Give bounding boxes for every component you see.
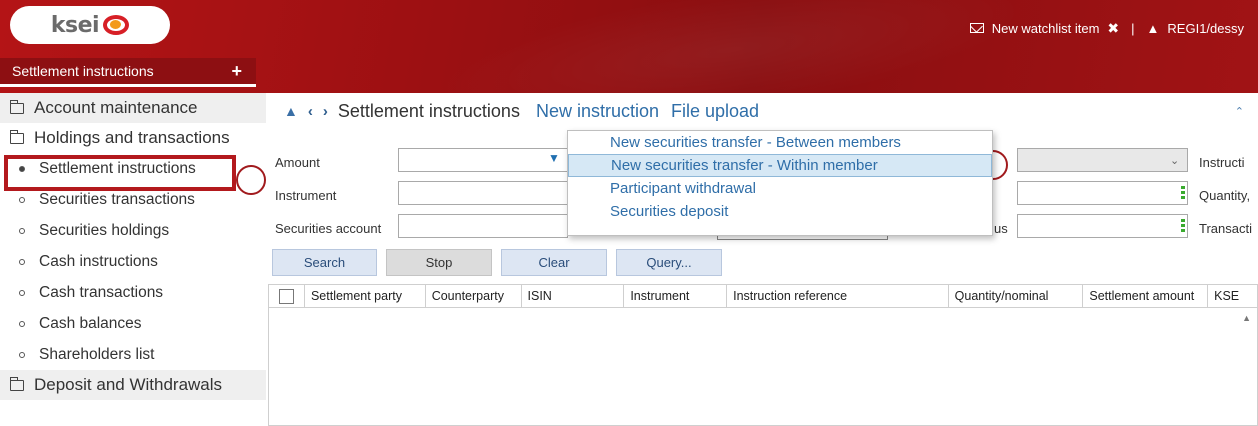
results-table: Settlement party Counterparty ISIN Instr… (268, 284, 1258, 426)
separator: | (1131, 20, 1135, 36)
column-header[interactable]: Settlement amount (1083, 285, 1209, 307)
sidebar-group-label: Deposit and Withdrawals (34, 375, 223, 394)
folder-icon (10, 376, 24, 391)
instrument-label: Instrument (275, 188, 337, 203)
user-area: New watchlist item ✖ | ▲ REGI1/dessy (969, 18, 1244, 38)
sidebar-item-label: Cash transactions (39, 283, 164, 301)
page-title: Settlement instructions (337, 100, 520, 121)
menu-item-transfer-within-member[interactable]: New securities transfer - Within member (568, 154, 992, 177)
sidebar-item-securities-holdings[interactable]: Securities holdings (0, 215, 266, 246)
logo-mark-icon (103, 14, 130, 36)
envelope-icon (969, 23, 984, 33)
folder-icon (10, 99, 24, 114)
instruction-type-select[interactable] (1017, 148, 1188, 172)
column-header[interactable]: ISIN (522, 285, 625, 307)
annotation-highlight-box (4, 155, 236, 191)
sidebar-item-cash-balances[interactable]: Cash balances (0, 308, 266, 339)
sidebar-item-label: Securities transactions (39, 190, 195, 208)
new-instruction-link[interactable]: New instruction (536, 101, 659, 122)
sidebar-item-label: Cash instructions (39, 252, 158, 270)
new-instruction-menu: New securities transfer - Between member… (567, 130, 993, 236)
sitemap-icon[interactable]: ▲ (284, 103, 298, 119)
scroll-up-icon[interactable]: ▲ (1242, 313, 1251, 323)
annotation-circle (236, 165, 266, 195)
column-header[interactable]: Instrument (624, 285, 728, 307)
ksei-logo[interactable]: ksei (10, 6, 170, 44)
status-label: us (994, 221, 1008, 236)
amount-field[interactable] (398, 148, 568, 172)
bullet-icon (19, 351, 25, 358)
sidebar-group-holdings[interactable]: Holdings and transactions (0, 123, 266, 153)
bullet-icon (19, 227, 25, 234)
close-icon[interactable]: ✖ (1107, 20, 1119, 37)
tab-settlement-instructions[interactable]: Settlement instructions + (0, 58, 256, 87)
bullet-icon (19, 289, 25, 296)
menu-item-transfer-between-members[interactable]: New securities transfer - Between member… (568, 131, 992, 154)
stop-button[interactable]: Stop (386, 249, 492, 276)
quantity-field[interactable] (1017, 181, 1188, 205)
column-header[interactable]: Settlement party (305, 285, 426, 307)
sidebar: Account maintenance Holdings and transac… (0, 93, 266, 426)
table-header: Settlement party Counterparty ISIN Instr… (269, 285, 1257, 308)
app-header: ksei New watchlist item ✖ | ▲ REGI1/dess… (0, 0, 1258, 93)
sidebar-item-shareholders-list[interactable]: Shareholders list (0, 339, 266, 370)
column-header[interactable]: KSE (1208, 285, 1257, 307)
sidebar-group-deposit-withdrawals[interactable]: Deposit and Withdrawals (0, 370, 266, 400)
tab-label: Settlement instructions (12, 63, 154, 79)
menu-item-securities-deposit[interactable]: Securities deposit (568, 200, 992, 223)
logo-text: ksei (50, 12, 100, 38)
query-button[interactable]: Query... (616, 249, 722, 276)
quantity-label: Quantity, (1199, 188, 1251, 203)
sidebar-item-cash-instructions[interactable]: Cash instructions (0, 246, 266, 277)
user-icon: ▲ (1146, 20, 1160, 36)
sidebar-item-label: Shareholders list (39, 345, 155, 363)
transaction-label: Transacti (1199, 221, 1252, 236)
sidebar-group-account-maintenance[interactable]: Account maintenance (0, 93, 266, 123)
bullet-icon (19, 196, 25, 203)
lookup-icon[interactable] (1181, 219, 1185, 233)
sidebar-item-cash-transactions[interactable]: Cash transactions (0, 277, 266, 308)
collapse-icon[interactable]: ⌃ (1235, 105, 1244, 118)
back-arrow-icon[interactable]: ‹ (308, 103, 313, 120)
column-header[interactable]: Instruction reference (727, 285, 949, 307)
user-name[interactable]: REGI1/dessy (1167, 21, 1244, 36)
folder-open-icon (10, 129, 24, 144)
bullet-icon (19, 258, 25, 265)
instrument-field[interactable] (398, 181, 568, 205)
select-all-cell (269, 285, 305, 307)
menu-item-participant-withdrawal[interactable]: Participant withdrawal (568, 177, 992, 200)
bullet-icon (19, 320, 25, 327)
securities-account-field[interactable] (398, 214, 568, 238)
column-header[interactable]: Quantity/nominal (949, 285, 1084, 307)
title-bar: ▲ ‹ › Settlement instructions New instru… (266, 93, 1258, 129)
transaction-field[interactable] (1017, 214, 1188, 238)
column-header[interactable]: Counterparty (426, 285, 522, 307)
sidebar-item-label: Securities holdings (39, 221, 170, 239)
watchlist-link[interactable]: New watchlist item (992, 21, 1100, 36)
select-all-checkbox[interactable] (279, 288, 294, 304)
sidebar-group-label: Account maintenance (34, 98, 198, 117)
instruction-label: Instructi (1199, 155, 1245, 170)
chevron-down-icon[interactable]: ⌄ (1170, 154, 1179, 167)
forward-arrow-icon[interactable]: › (323, 103, 328, 120)
add-tab-icon[interactable]: + (231, 61, 242, 82)
sidebar-item-label: Cash balances (39, 314, 142, 332)
file-upload-link[interactable]: File upload (671, 101, 759, 122)
clear-button[interactable]: Clear (501, 249, 607, 276)
tab-bar: Settlement instructions + (0, 58, 1258, 87)
amount-label: Amount (275, 155, 320, 170)
lookup-icon[interactable] (1181, 186, 1185, 200)
securities-account-label: Securities account (275, 221, 382, 236)
sidebar-group-label: Holdings and transactions (34, 128, 230, 147)
search-button[interactable]: Search (272, 249, 377, 276)
filter-icon[interactable]: ▼ (548, 151, 560, 165)
